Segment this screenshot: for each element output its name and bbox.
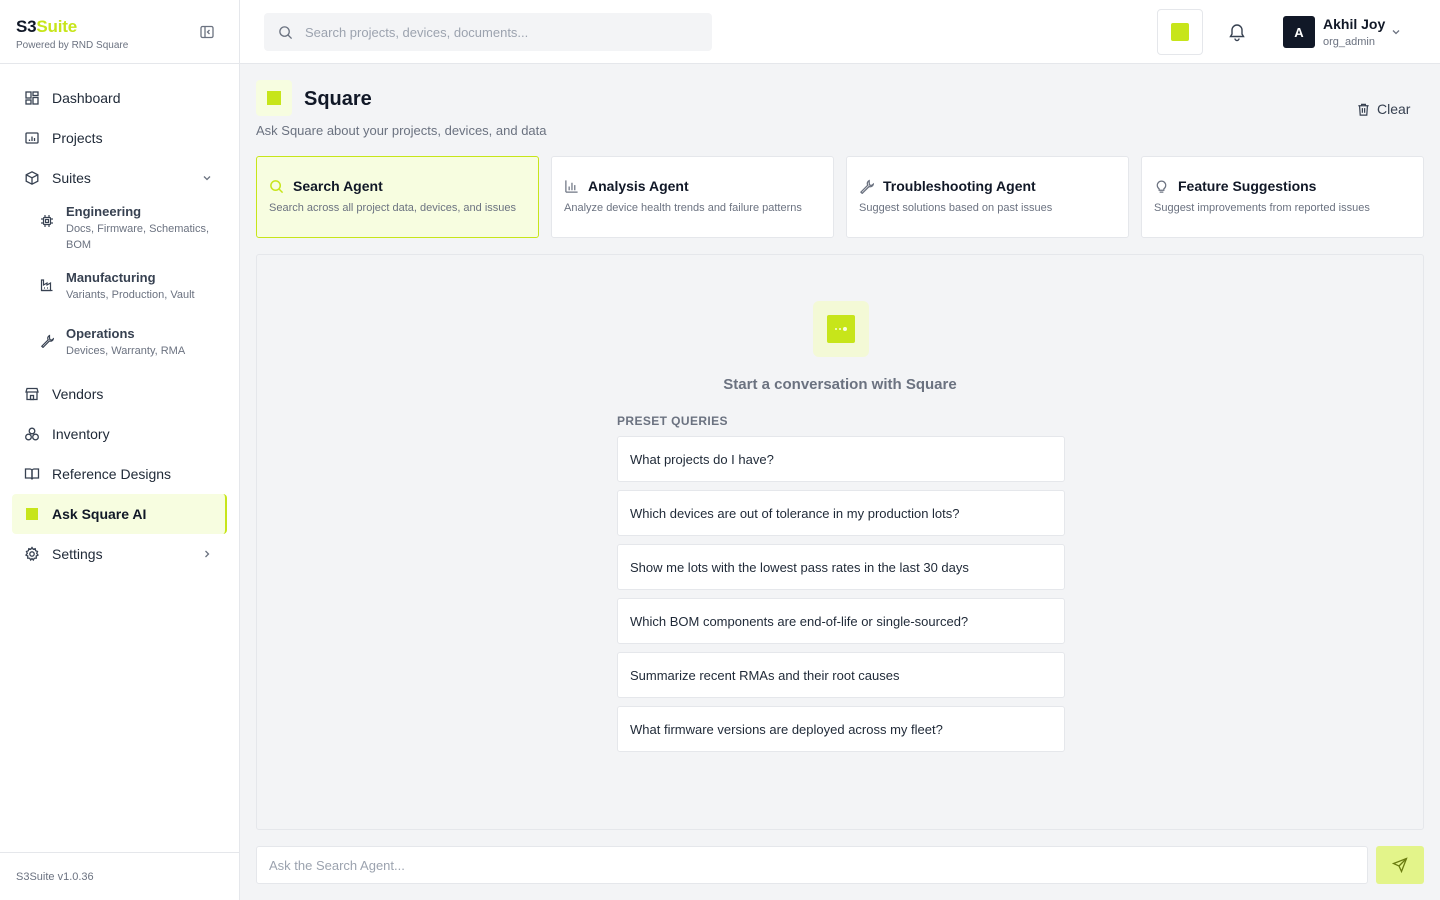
sidebar-item-settings[interactable]: Settings [12, 534, 227, 574]
suite-item-operations[interactable]: Operations Devices, Warranty, RMA [12, 318, 227, 374]
boxes-icon [24, 426, 40, 442]
sidebar-item-ask-square-ai[interactable]: Ask Square AI [12, 494, 227, 534]
preset-query[interactable]: What projects do I have? [617, 436, 1065, 482]
factory-icon [40, 278, 54, 292]
dashboard-icon [24, 90, 40, 106]
agent-title: Feature Suggestions [1178, 178, 1317, 194]
agent-selector: Search Agent Search across all project d… [256, 156, 1424, 238]
preset-query-list: What projects do I have? Which devices a… [617, 436, 1065, 760]
agent-card-feature-suggestions[interactable]: Feature Suggestions Suggest improvements… [1141, 156, 1424, 238]
cube-icon [24, 170, 40, 186]
empty-state-title: Start a conversation with Square [723, 376, 957, 393]
sidebar-item-label: Suites [52, 170, 91, 186]
suite-item-manufacturing[interactable]: Manufacturing Variants, Production, Vaul… [12, 262, 227, 318]
wrench-icon [40, 334, 54, 348]
chevron-right-icon [201, 548, 213, 560]
page-subtitle: Ask Square about your projects, devices,… [256, 123, 547, 138]
send-button[interactable] [1376, 846, 1424, 884]
user-role: org_admin [1323, 36, 1375, 48]
suite-desc: Devices, Warranty, RMA [66, 345, 186, 357]
agent-card-troubleshooting[interactable]: Troubleshooting Agent Suggest solutions … [846, 156, 1129, 238]
projects-icon [24, 130, 40, 146]
ai-square-icon [26, 508, 38, 520]
send-icon [1392, 857, 1408, 873]
message-composer [256, 846, 1368, 884]
search-icon [278, 25, 293, 40]
trash-icon [1356, 102, 1371, 117]
sidebar-item-dashboard[interactable]: Dashboard [12, 78, 227, 118]
sidebar: S3Suite Powered by RND Square Dashboard … [0, 0, 240, 900]
agent-card-search[interactable]: Search Agent Search across all project d… [256, 156, 539, 238]
brand: S3Suite Powered by RND Square [0, 0, 239, 64]
sidebar-item-vendors[interactable]: Vendors [12, 374, 227, 414]
bell-icon[interactable] [1227, 22, 1247, 42]
agent-desc: Analyze device health trends and failure… [564, 202, 802, 214]
agent-title: Troubleshooting Agent [883, 178, 1036, 194]
preset-queries-label: PRESET QUERIES [617, 414, 728, 428]
sidebar-nav: Dashboard Projects Suites Engineering Do… [0, 64, 239, 574]
sidebar-item-label: Vendors [52, 386, 104, 402]
sidebar-item-label: Projects [52, 130, 103, 146]
suite-desc: Docs, Firmware, Schematics, BOM [66, 223, 210, 251]
sidebar-item-label: Settings [52, 546, 103, 562]
avatar[interactable]: A [1283, 16, 1315, 48]
suite-title: Engineering [66, 204, 142, 219]
global-search[interactable] [264, 13, 712, 51]
bar-chart-icon [564, 179, 579, 194]
gear-icon [24, 546, 40, 562]
brand-logo[interactable]: S3Suite [16, 17, 223, 37]
suite-title: Operations [66, 326, 135, 341]
preset-query[interactable]: Which BOM components are end-of-life or … [617, 598, 1065, 644]
sidebar-item-label: Ask Square AI [52, 506, 147, 522]
preset-query[interactable]: What firmware versions are deployed acro… [617, 706, 1065, 752]
square-logo [256, 80, 292, 116]
suite-desc: Variants, Production, Vault [66, 289, 195, 301]
sidebar-item-suites[interactable]: Suites [12, 158, 227, 198]
app-version: S3Suite v1.0.36 [0, 852, 239, 900]
main-content: Square Ask Square about your projects, d… [240, 64, 1440, 900]
topbar: A Akhil Joy org_admin [240, 0, 1440, 64]
suite-item-engineering[interactable]: Engineering Docs, Firmware, Schematics, … [12, 198, 227, 262]
chip-icon [40, 214, 54, 228]
message-input[interactable] [257, 847, 1367, 883]
user-name[interactable]: Akhil Joy [1323, 16, 1385, 32]
sidebar-item-label: Reference Designs [52, 466, 172, 482]
sidebar-item-reference-designs[interactable]: Reference Designs [12, 454, 227, 494]
search-input[interactable] [305, 24, 685, 40]
agent-desc: Suggest solutions based on past issues [859, 202, 1053, 214]
suite-title: Manufacturing [66, 270, 156, 285]
search-icon [269, 179, 284, 194]
preset-query[interactable]: Summarize recent RMAs and their root cau… [617, 652, 1065, 698]
agent-title: Search Agent [293, 178, 383, 194]
clear-button[interactable]: Clear [1356, 101, 1410, 117]
preset-query[interactable]: Which devices are out of tolerance in my… [617, 490, 1065, 536]
agent-desc: Search across all project data, devices,… [269, 202, 517, 214]
ai-square-icon [1171, 23, 1189, 41]
agent-desc: Suggest improvements from reported issue… [1154, 202, 1370, 214]
sidebar-item-label: Dashboard [52, 90, 121, 106]
lightbulb-icon [1154, 179, 1169, 194]
store-icon [24, 386, 40, 402]
book-icon [24, 466, 40, 482]
wrench-icon [859, 179, 874, 194]
preset-query[interactable]: Show me lots with the lowest pass rates … [617, 544, 1065, 590]
clear-label: Clear [1377, 101, 1411, 117]
sidebar-item-projects[interactable]: Projects [12, 118, 227, 158]
agent-title: Analysis Agent [588, 178, 689, 194]
square-chat-icon [813, 301, 869, 357]
agent-card-analysis[interactable]: Analysis Agent Analyze device health tre… [551, 156, 834, 238]
page-title: Square [304, 88, 372, 110]
ai-square-icon [267, 91, 281, 105]
chat-panel: Start a conversation with Square PRESET … [256, 254, 1424, 830]
sidebar-item-inventory[interactable]: Inventory [12, 414, 227, 454]
chevron-down-icon [201, 172, 213, 184]
sidebar-item-label: Inventory [52, 426, 110, 442]
brand-subtitle: Powered by RND Square [16, 40, 129, 51]
chevron-down-icon[interactable] [1390, 26, 1402, 38]
sidebar-collapse-icon[interactable] [199, 24, 215, 40]
ask-square-button[interactable] [1157, 9, 1203, 55]
